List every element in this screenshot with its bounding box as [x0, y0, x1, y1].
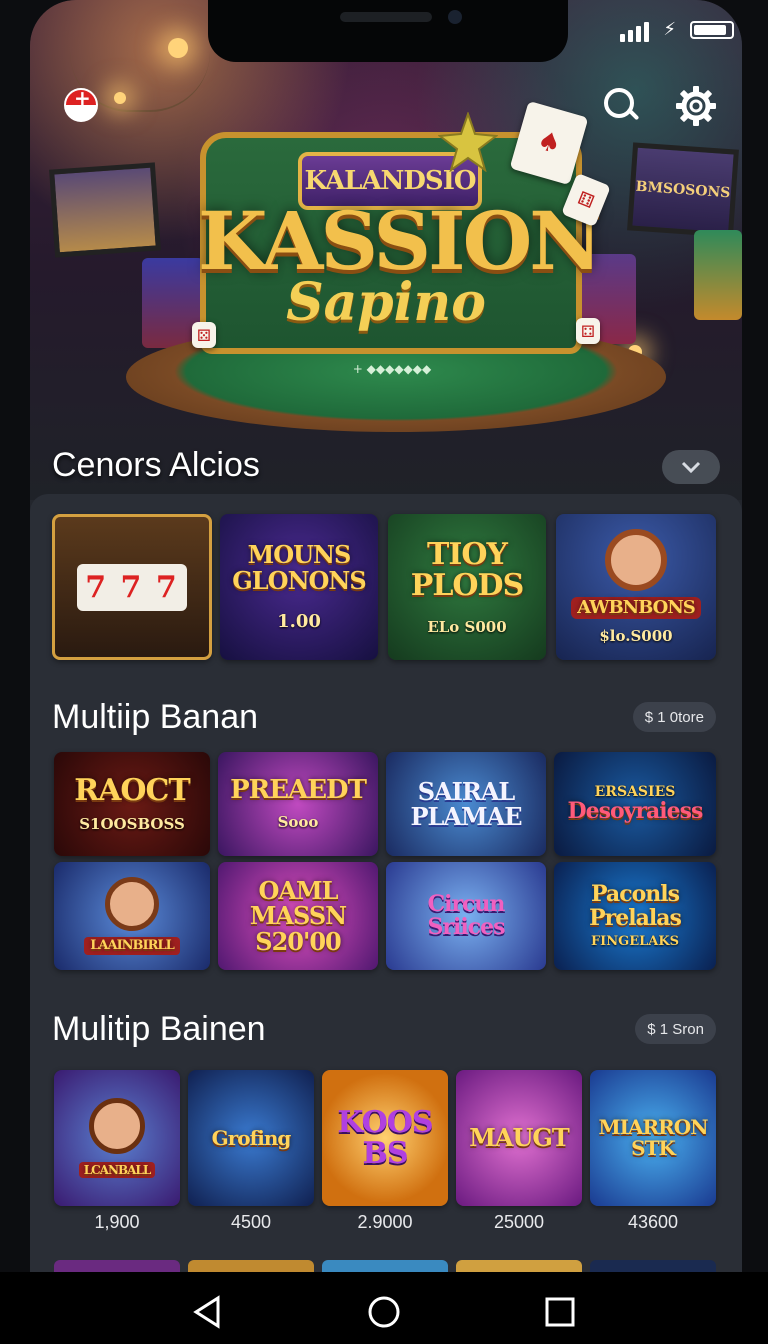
slot-machine	[694, 230, 742, 320]
game-tile-title: MOUNS GLONONS	[232, 540, 366, 595]
star-icon	[438, 112, 498, 172]
game-tile-subtitle: FINGELAKS	[590, 933, 680, 949]
hero-banner[interactable]: BMSOSONS + ◆◆◆◆◆◆◆ KALANDSIO KASSION Sap…	[30, 0, 742, 500]
game-tile-title: OAML MASSN S20'00	[249, 876, 347, 956]
search-icon[interactable]	[600, 84, 644, 128]
game-tile-peek[interactable]	[54, 1260, 180, 1272]
system-nav-bar	[0, 1272, 768, 1344]
game-tile[interactable]: MIARRON STK	[590, 1070, 716, 1206]
game-tile[interactable]: KOOS BS	[322, 1070, 448, 1206]
status-bar: ⚡	[620, 18, 734, 42]
game-tile-title: LAAINBIRLL	[84, 937, 180, 955]
game-tile[interactable]: ERSASIES Desoyraiess	[554, 752, 716, 856]
game-tile-value: 1,900	[94, 1212, 140, 1232]
lamp-icon	[114, 92, 126, 104]
game-tile[interactable]: MOUNS GLONONS 1.00	[220, 514, 378, 660]
content-panel: 7 7 7 MOUNS GLONONS 1.00 TIOY PLODS ELo …	[30, 494, 742, 1272]
game-tile-subtitle: Sooo	[277, 812, 319, 831]
game-tile-value: 2.9000	[357, 1212, 413, 1232]
section-pill-button[interactable]: $ 1 Sron	[635, 1014, 716, 1044]
back-icon[interactable]	[188, 1292, 228, 1332]
game-tile-title: SAIRAL PLAMAE	[410, 776, 522, 831]
game-tile-title: Circun Sriices	[427, 890, 506, 940]
game-tile-title: Paconls Prelalas	[589, 881, 682, 931]
game-tile[interactable]: AWBNBONS $lo.S000	[556, 514, 716, 660]
game-tile-title: RAOCT	[74, 773, 191, 809]
game-tile-subtitle: S1OOSBOSS	[79, 814, 185, 833]
game-tile-slots[interactable]: 7 7 7	[52, 514, 212, 660]
wall-screen-right: BMSOSONS	[627, 142, 739, 238]
game-tile-title: LCANBALL	[78, 1161, 156, 1179]
game-tile-title: Grofing	[211, 1125, 292, 1150]
game-tile-title: MIARRON STK	[598, 1115, 709, 1160]
section-pill-button[interactable]: $ 1 0tore	[632, 702, 716, 732]
game-tile[interactable]: LAAINBIRLL	[54, 862, 210, 970]
game-tile[interactable]: PREAEDT Sooo	[218, 752, 378, 856]
game-tile-value: 43600	[627, 1212, 679, 1232]
game-tile-peek[interactable]	[456, 1260, 582, 1272]
phone-frame: BMSOSONS + ◆◆◆◆◆◆◆ KALANDSIO KASSION Sap…	[0, 0, 768, 1344]
game-tile-title: PREAEDT	[230, 775, 367, 806]
dice-icon: ⚃	[576, 318, 600, 344]
dice-icon: ⚄	[192, 322, 216, 348]
table-markings: + ◆◆◆◆◆◆◆	[352, 362, 432, 376]
game-tile[interactable]: Grofing	[188, 1070, 314, 1206]
game-tile-value: $lo.S000	[599, 627, 673, 646]
logo-sign-script: Sapino	[286, 272, 486, 333]
game-tile-value: 4500	[230, 1212, 272, 1232]
character-avatar	[89, 1097, 145, 1154]
game-tile-peek[interactable]	[188, 1260, 314, 1272]
game-tile[interactable]: SAIRAL PLAMAE	[386, 752, 546, 856]
character-avatar	[105, 877, 159, 932]
game-tile-peek[interactable]	[322, 1260, 448, 1272]
language-flag-icon[interactable]	[64, 86, 98, 122]
game-tile[interactable]: TIOY PLODS ELo S000	[388, 514, 546, 660]
home-icon[interactable]	[364, 1292, 404, 1332]
collapse-button[interactable]	[662, 450, 720, 484]
network-icon: ⚡	[663, 19, 676, 40]
camera-notch	[208, 0, 568, 62]
game-tile-title: TIOY PLODS	[410, 536, 524, 603]
game-tile-value: 1.00	[277, 610, 321, 632]
game-tile[interactable]: LCANBALL	[54, 1070, 180, 1206]
signal-icon	[620, 18, 650, 42]
section-title: Multiip Banan	[52, 698, 259, 736]
app-screen: BMSOSONS + ◆◆◆◆◆◆◆ KALANDSIO KASSION Sap…	[30, 0, 742, 1272]
game-tile[interactable]: Paconls Prelalas FINGELAKS	[554, 862, 716, 970]
character-avatar	[605, 528, 667, 591]
game-tile-value: 25000	[493, 1212, 545, 1232]
game-tile[interactable]: MAUGT	[456, 1070, 582, 1206]
game-tile[interactable]: Circun Sriices	[386, 862, 546, 970]
section-title: Mulitip Bainen	[52, 1010, 266, 1048]
game-tile[interactable]: RAOCT S1OOSBOSS	[54, 752, 210, 856]
game-tile-title: AWBNBONS	[571, 596, 701, 620]
game-tile-title: KOOS BS	[337, 1104, 433, 1171]
recents-icon[interactable]	[540, 1292, 580, 1332]
hero-section-title: Cenors Alcios	[52, 446, 260, 484]
game-tile[interactable]: OAML MASSN S20'00	[218, 862, 378, 970]
wall-screen-left	[49, 162, 161, 258]
gear-icon[interactable]	[674, 84, 718, 128]
game-tile-value: ELo S000	[427, 617, 507, 636]
battery-icon	[690, 21, 734, 39]
slot-reels: 7 7 7	[77, 563, 187, 611]
chevron-down-icon	[681, 461, 701, 474]
game-tile-peek[interactable]	[590, 1260, 716, 1272]
game-tile-title: Desoyraiess	[567, 798, 704, 825]
lamp-icon	[168, 38, 188, 58]
game-tile-title: MAUGT	[469, 1123, 569, 1153]
